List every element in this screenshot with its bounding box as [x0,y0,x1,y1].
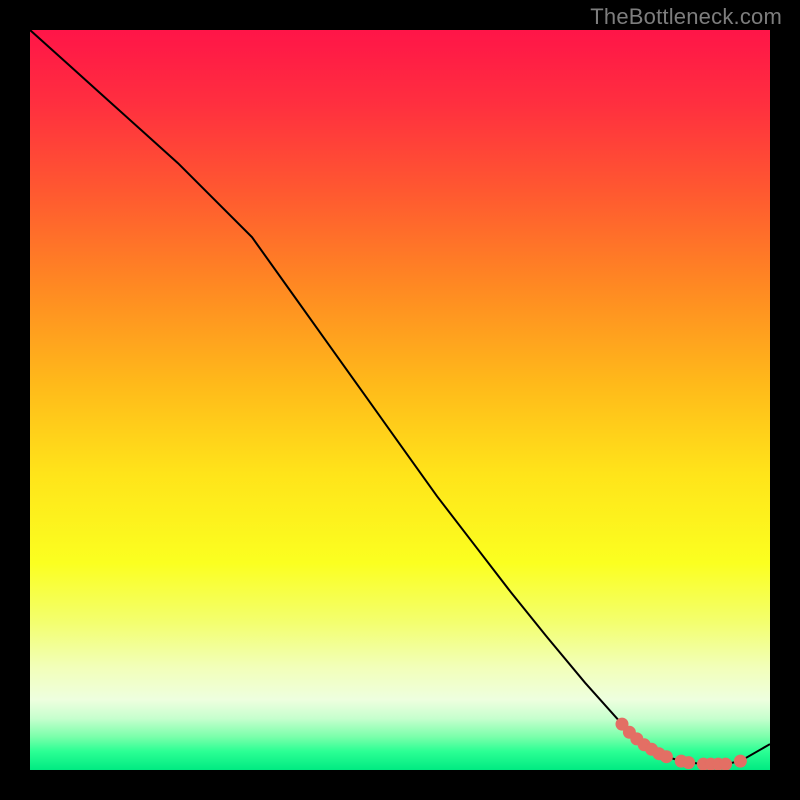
data-marker [720,758,732,770]
data-marker [734,755,746,767]
chart-frame: TheBottleneck.com [0,0,800,800]
chart-svg [30,30,770,770]
gradient-background [30,30,770,770]
data-marker [660,751,672,763]
plot-area [30,30,770,770]
watermark-text: TheBottleneck.com [590,4,782,30]
data-marker [683,757,695,769]
